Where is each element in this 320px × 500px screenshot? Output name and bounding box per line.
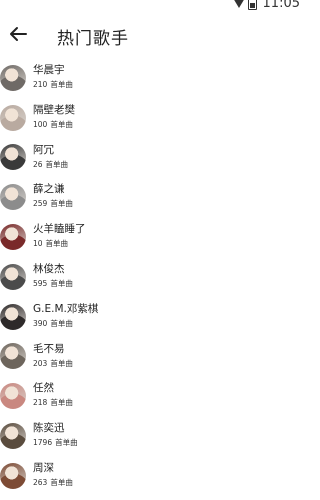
song-count: 218 首单曲: [33, 397, 73, 408]
singer-avatar: [0, 423, 26, 450]
song-count-suffix: 首单曲: [50, 477, 73, 487]
arrow-left-icon: [10, 27, 27, 41]
singer-info: 周深 263 首单曲: [33, 462, 73, 488]
battery-icon: [247, 0, 257, 10]
singer-row[interactable]: 隔壁老樊 100 首单曲: [0, 98, 300, 138]
singer-row[interactable]: 火羊瞌睡了 10 首单曲: [0, 217, 300, 257]
singer-avatar: [0, 144, 26, 171]
singer-row[interactable]: 陈奕迅 1796 首单曲: [0, 416, 300, 456]
app-bar: 热门歌手: [0, 14, 300, 54]
singer-name: 阿冗: [33, 143, 54, 156]
singer-info: 薛之谦 259 首单曲: [33, 183, 73, 209]
song-count: 1796 首单曲: [33, 437, 78, 448]
singer-name: 林俊杰: [33, 262, 65, 275]
song-count-suffix: 首单曲: [45, 159, 69, 169]
song-count: 203 首单曲: [33, 358, 73, 369]
song-count-number: 390: [33, 318, 48, 328]
song-count: 10 首单曲: [33, 238, 86, 249]
page-title: 热门歌手: [57, 29, 129, 49]
song-count-suffix: 首单曲: [50, 119, 73, 129]
back-button[interactable]: [6, 22, 30, 46]
singer-list: 华晨宇 210 首单曲 隔壁老樊 100 首单曲 阿冗 26 首单曲 薛之谦 259 首单曲 火羊瞌睡了…: [0, 58, 300, 496]
song-count-number: 1796: [33, 438, 53, 448]
singer-name: G.E.M.邓紫棋: [33, 302, 99, 315]
singer-row[interactable]: 薛之谦 259 首单曲: [0, 177, 300, 217]
singer-row[interactable]: 毛不易 203 首单曲: [0, 337, 300, 377]
song-count-number: 259: [33, 199, 48, 209]
song-count-suffix: 首单曲: [45, 239, 69, 249]
status-time: 11:05: [262, 0, 300, 11]
song-count-suffix: 首单曲: [50, 318, 73, 328]
status-bar: 11:05: [0, 0, 300, 11]
song-count-number: 10: [33, 239, 43, 249]
singer-name: 隔壁老樊: [33, 103, 75, 116]
singer-name: 华晨宇: [33, 64, 65, 76]
song-count: 595 首单曲: [33, 278, 73, 289]
song-count-suffix: 首单曲: [50, 80, 73, 89]
singer-info: 林俊杰 595 首单曲: [33, 263, 73, 289]
singer-info: 隔壁老樊 100 首单曲: [33, 104, 75, 130]
signal-icon: [232, 0, 245, 8]
song-count: 26 首单曲: [33, 159, 68, 170]
song-count-number: 100: [33, 119, 48, 129]
song-count-number: 210: [33, 80, 48, 89]
singer-name: 毛不易: [33, 342, 65, 355]
singer-avatar: [0, 184, 26, 211]
song-count: 390 首单曲: [33, 318, 98, 329]
song-count-number: 218: [33, 398, 48, 408]
song-count-suffix: 首单曲: [50, 199, 73, 209]
song-count: 263 首单曲: [33, 477, 73, 488]
singer-row[interactable]: 华晨宇 210 首单曲: [0, 58, 300, 98]
singer-row[interactable]: 阿冗 26 首单曲: [0, 138, 300, 178]
singer-info: 火羊瞌睡了 10 首单曲: [33, 223, 86, 249]
song-count-number: 263: [33, 477, 48, 487]
song-count-suffix: 首单曲: [50, 278, 73, 288]
singer-avatar: [0, 383, 26, 410]
singer-info: 华晨宇 210 首单曲: [33, 64, 73, 90]
singer-name: 陈奕迅: [33, 422, 65, 435]
singer-name: 任然: [33, 382, 54, 395]
song-count: 100 首单曲: [33, 119, 75, 130]
song-count-suffix: 首单曲: [55, 438, 78, 448]
song-count-suffix: 首单曲: [50, 358, 73, 368]
singer-avatar: [0, 343, 26, 370]
singer-info: 阿冗 26 首单曲: [33, 144, 68, 170]
singer-row[interactable]: 任然 218 首单曲: [0, 376, 300, 416]
singer-avatar: [0, 104, 26, 131]
singer-name: 周深: [33, 461, 54, 474]
singer-avatar: [0, 263, 26, 290]
song-count-number: 26: [33, 159, 43, 169]
singer-name: 火羊瞌睡了: [33, 223, 86, 236]
singer-name: 薛之谦: [33, 183, 65, 196]
song-count-number: 595: [33, 278, 48, 288]
song-count-suffix: 首单曲: [50, 398, 73, 408]
singer-info: 毛不易 203 首单曲: [33, 343, 73, 369]
singer-row[interactable]: G.E.M.邓紫棋 390 首单曲: [0, 297, 300, 337]
singer-avatar: [0, 462, 26, 489]
singer-avatar: [0, 64, 26, 91]
singer-row[interactable]: 周深 263 首单曲: [0, 456, 300, 496]
song-count-number: 203: [33, 358, 48, 368]
singer-info: G.E.M.邓紫棋 390 首单曲: [33, 303, 98, 329]
singer-avatar: [0, 224, 26, 251]
song-count: 210 首单曲: [33, 79, 73, 90]
singer-info: 陈奕迅 1796 首单曲: [33, 422, 78, 448]
singer-info: 任然 218 首单曲: [33, 382, 73, 408]
singer-avatar: [0, 303, 26, 330]
song-count: 259 首单曲: [33, 198, 73, 209]
singer-row[interactable]: 林俊杰 595 首单曲: [0, 257, 300, 297]
